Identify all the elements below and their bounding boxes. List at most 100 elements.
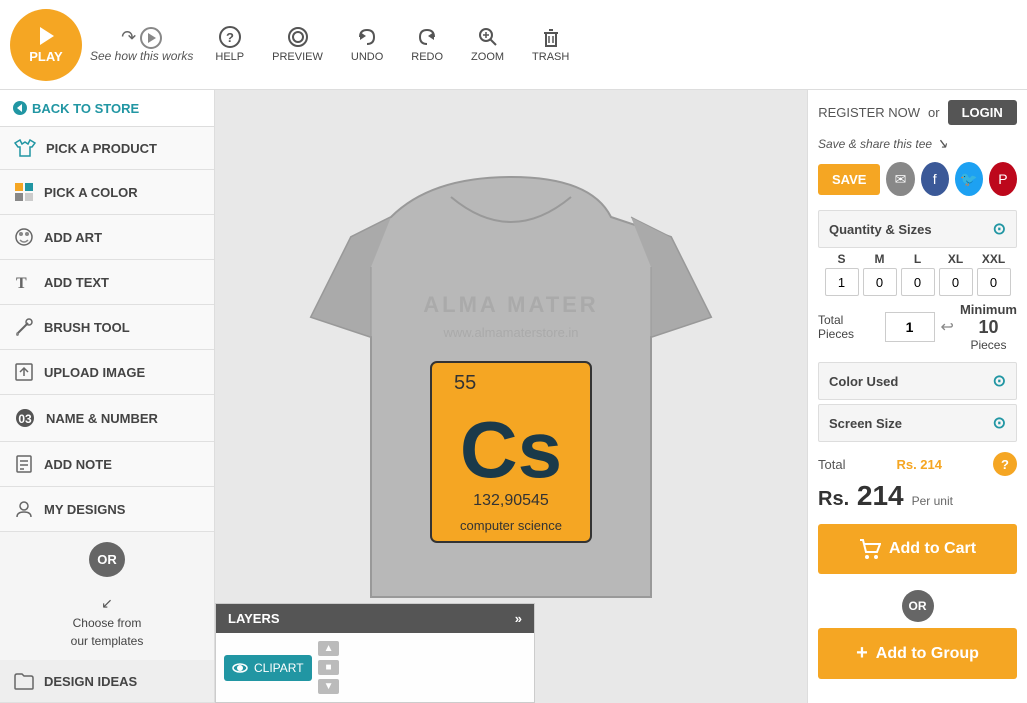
svg-text:www.almamaterstore.in: www.almamaterstore.in bbox=[442, 325, 578, 340]
add-to-group-button[interactable]: + Add to Group bbox=[818, 628, 1017, 679]
layer-up-button[interactable]: ▲ bbox=[318, 641, 340, 656]
layers-expand-icon[interactable]: » bbox=[515, 611, 522, 626]
note-icon bbox=[14, 454, 34, 474]
total-pieces-input[interactable] bbox=[885, 312, 935, 342]
color-chevron-icon: ⊙ bbox=[993, 371, 1006, 391]
layers-panel: LAYERS » CLIPART ▲ ■ ▼ bbox=[215, 603, 535, 703]
upload-icon bbox=[14, 362, 34, 382]
brush-icon bbox=[14, 317, 34, 337]
layer-middle-button[interactable]: ■ bbox=[318, 660, 340, 675]
help-button[interactable]: ? HELP bbox=[201, 20, 258, 69]
save-button[interactable]: SAVE bbox=[818, 164, 880, 195]
tshirt-svg: ALMA MATER www.almamaterstore.in 55 Cs 1… bbox=[271, 137, 751, 657]
size-xxl-input[interactable] bbox=[977, 268, 1011, 296]
color-used-header[interactable]: Color Used ⊙ bbox=[818, 362, 1017, 400]
brush-tool-label: BRUSH TOOL bbox=[44, 320, 130, 335]
svg-text:Cs: Cs bbox=[460, 405, 562, 494]
share-twitter-button[interactable]: 🐦 bbox=[955, 162, 983, 196]
size-s-input[interactable] bbox=[825, 268, 859, 296]
total-price-row: Total Rs. 214 ? bbox=[818, 452, 1017, 476]
layer-controls: ▲ ■ ▼ bbox=[318, 641, 340, 694]
svg-text:132,90545: 132,90545 bbox=[473, 492, 549, 509]
per-unit-label: Per unit bbox=[912, 494, 953, 508]
choose-templates-line1: Choose from bbox=[73, 614, 142, 632]
register-button[interactable]: REGISTER NOW bbox=[818, 105, 920, 120]
arrow-right-icon: ↷ bbox=[121, 27, 136, 48]
price-per-unit-row: Rs. 214 Per unit bbox=[818, 480, 1017, 514]
qty-chevron-icon: ⊙ bbox=[993, 219, 1006, 239]
add-to-group-label: Add to Group bbox=[876, 645, 979, 663]
help-area[interactable]: ↷ See how this works bbox=[90, 27, 193, 63]
zoom-button[interactable]: ZOOM bbox=[457, 20, 518, 69]
min-pieces-text: Minimum 10 Pieces bbox=[960, 302, 1017, 352]
play-button[interactable]: PLAY bbox=[10, 9, 82, 81]
sidebar-item-add-note[interactable]: ADD NOTE bbox=[0, 442, 214, 487]
undo-button[interactable]: UNDO bbox=[337, 20, 397, 69]
size-xl-label: XL bbox=[939, 252, 973, 266]
sidebar-item-my-designs[interactable]: MY DESIGNS bbox=[0, 487, 214, 532]
right-sidebar: REGISTER NOW or LOGIN Save & share this … bbox=[807, 90, 1027, 703]
main-layout: BACK TO STORE PICK A PRODUCT PICK A COLO… bbox=[0, 90, 1027, 703]
layers-header[interactable]: LAYERS » bbox=[216, 604, 534, 633]
back-to-store-label: BACK TO STORE bbox=[32, 101, 139, 116]
qty-sizes-title: Quantity & Sizes bbox=[829, 222, 932, 237]
sidebar-item-add-text[interactable]: T ADD TEXT bbox=[0, 260, 214, 305]
share-facebook-button[interactable]: f bbox=[921, 162, 949, 196]
action-buttons-row: SAVE ✉ f 🐦 P bbox=[818, 162, 1017, 196]
preview-button[interactable]: PREVIEW bbox=[258, 20, 337, 69]
layers-title: LAYERS bbox=[228, 611, 280, 626]
size-m-input[interactable] bbox=[863, 268, 897, 296]
sidebar-item-pick-product[interactable]: PICK A PRODUCT bbox=[0, 127, 214, 170]
text-icon: T bbox=[14, 272, 34, 292]
sidebar-item-add-art[interactable]: ADD ART bbox=[0, 215, 214, 260]
art-icon bbox=[14, 227, 34, 247]
layer-clipart-row[interactable]: CLIPART bbox=[224, 655, 312, 681]
top-bar: PLAY ↷ See how this works ? HELP PREVIEW… bbox=[0, 0, 1027, 90]
layer-down-button[interactable]: ▼ bbox=[318, 679, 340, 694]
sidebar-item-brush-tool[interactable]: BRUSH TOOL bbox=[0, 305, 214, 350]
qty-sizes-header[interactable]: Quantity & Sizes ⊙ bbox=[818, 210, 1017, 248]
add-art-label: ADD ART bbox=[44, 230, 102, 245]
choose-templates-button[interactable]: ↙ Choose from our templates bbox=[0, 587, 214, 660]
color-used-title: Color Used bbox=[829, 374, 898, 389]
trash-button[interactable]: TRASH bbox=[518, 20, 583, 69]
upload-image-label: UPLOAD IMAGE bbox=[44, 365, 145, 380]
price-help-icon[interactable]: ? bbox=[993, 452, 1017, 476]
redo-label: REDO bbox=[411, 51, 443, 63]
total-label: Total bbox=[818, 457, 845, 472]
size-xl-input[interactable] bbox=[939, 268, 973, 296]
add-to-cart-label: Add to Cart bbox=[889, 540, 976, 558]
price-currency: Rs. bbox=[818, 488, 849, 510]
choose-templates-line2: our templates bbox=[71, 632, 144, 650]
sidebar-item-pick-color[interactable]: PICK A COLOR bbox=[0, 170, 214, 215]
person-icon bbox=[14, 499, 34, 519]
svg-text:computer science: computer science bbox=[460, 518, 562, 533]
share-pinterest-button[interactable]: P bbox=[989, 162, 1017, 196]
total-pieces-label: Total Pieces bbox=[818, 313, 879, 341]
size-m-label: M bbox=[863, 252, 897, 266]
my-designs-label: MY DESIGNS bbox=[44, 502, 125, 517]
sidebar-item-name-number[interactable]: 03 NAME & NUMBER bbox=[0, 395, 214, 442]
preview-label: PREVIEW bbox=[272, 51, 323, 63]
help-button-label: HELP bbox=[215, 51, 244, 63]
canvas-area: ALMA MATER www.almamaterstore.in 55 Cs 1… bbox=[215, 90, 807, 703]
sidebar-item-design-ideas[interactable]: DESIGN IDEAS bbox=[0, 660, 214, 703]
auth-bar: REGISTER NOW or LOGIN bbox=[818, 100, 1017, 125]
arrow-down-right-icon: ↘ bbox=[936, 135, 948, 152]
redo-button[interactable]: REDO bbox=[397, 20, 457, 69]
arrow-curve-icon: ↙ bbox=[101, 593, 113, 614]
add-to-cart-button[interactable]: Add to Cart bbox=[818, 524, 1017, 574]
login-button[interactable]: LOGIN bbox=[948, 100, 1017, 125]
price-value: 214 bbox=[857, 480, 904, 511]
layer-clipart-label: CLIPART bbox=[254, 661, 304, 675]
undo-label: UNDO bbox=[351, 51, 383, 63]
total-amount: Rs. 214 bbox=[896, 457, 942, 472]
share-email-button[interactable]: ✉ bbox=[886, 162, 914, 196]
play-label: PLAY bbox=[29, 49, 62, 64]
left-sidebar: BACK TO STORE PICK A PRODUCT PICK A COLO… bbox=[0, 90, 215, 703]
zoom-label: ZOOM bbox=[471, 51, 504, 63]
size-l-input[interactable] bbox=[901, 268, 935, 296]
screen-size-header[interactable]: Screen Size ⊙ bbox=[818, 404, 1017, 442]
back-to-store-button[interactable]: BACK TO STORE bbox=[0, 90, 214, 127]
sidebar-item-upload-image[interactable]: UPLOAD IMAGE bbox=[0, 350, 214, 395]
